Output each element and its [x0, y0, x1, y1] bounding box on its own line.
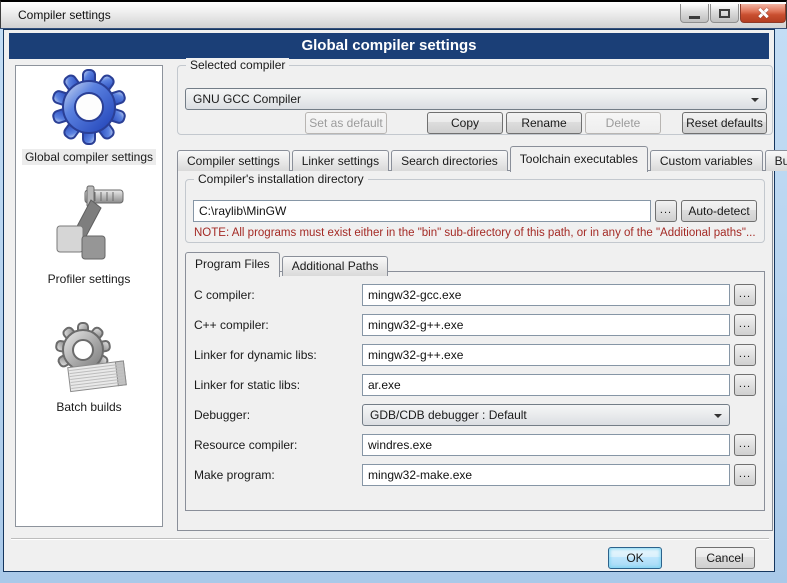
maximize-icon: [719, 9, 730, 18]
dropdown-arrow-icon: [714, 414, 722, 418]
maximize-button[interactable]: [710, 4, 739, 23]
blue-gear-icon: [50, 68, 128, 146]
sidebar-item-label: Profiler settings: [45, 271, 134, 287]
program-files-panel: C compiler: ... C++ compiler: ... Linker…: [185, 271, 765, 511]
c-compiler-input[interactable]: [362, 284, 730, 306]
field-row-cpp-compiler: C++ compiler: ...: [194, 314, 756, 336]
browse-static-linker-button[interactable]: ...: [734, 374, 756, 396]
tab-program-files[interactable]: Program Files: [185, 252, 280, 277]
close-icon: [757, 7, 769, 19]
debugger-select-value: GDB/CDB debugger : Default: [370, 408, 527, 422]
field-row-dynamic-linker: Linker for dynamic libs: ...: [194, 344, 756, 366]
ok-button[interactable]: OK: [608, 547, 662, 569]
settings-category-list: Global compiler settings Pr: [15, 65, 163, 527]
field-label: C compiler:: [194, 288, 362, 302]
browse-cpp-compiler-button[interactable]: ...: [734, 314, 756, 336]
delete-button[interactable]: Delete: [585, 112, 661, 134]
cpp-compiler-input[interactable]: [362, 314, 730, 336]
sidebar-item-profiler-settings[interactable]: Profiler settings: [16, 184, 162, 287]
minimize-icon: [689, 16, 700, 19]
field-label: C++ compiler:: [194, 318, 362, 332]
selected-compiler-group: Selected compiler GNU GCC Compiler Set a…: [177, 65, 773, 135]
reset-defaults-button[interactable]: Reset defaults: [682, 112, 767, 134]
installation-directory-label: Compiler's installation directory: [194, 172, 368, 186]
tab-build-options[interactable]: Build options: [765, 150, 787, 171]
browse-make-program-button[interactable]: ...: [734, 464, 756, 486]
dialog-body: Global compiler settings: [3, 29, 775, 572]
rename-button[interactable]: Rename: [506, 112, 582, 134]
minimize-button[interactable]: [680, 4, 709, 23]
installation-directory-group: Compiler's installation directory ... Au…: [185, 179, 765, 243]
installation-directory-row: ... Auto-detect: [193, 200, 757, 222]
settings-tab-strip: Compiler settings Linker settings Search…: [177, 145, 787, 171]
selected-compiler-group-label: Selected compiler: [186, 58, 289, 72]
footer-separator: [11, 538, 769, 540]
field-row-static-linker: Linker for static libs: ...: [194, 374, 756, 396]
caliper-icon: [49, 184, 129, 268]
auto-detect-button[interactable]: Auto-detect: [681, 200, 757, 222]
make-program-input[interactable]: [362, 464, 730, 486]
tab-additional-paths[interactable]: Additional Paths: [282, 256, 389, 276]
resource-compiler-input[interactable]: [362, 434, 730, 456]
dynamic-linker-input[interactable]: [362, 344, 730, 366]
tab-custom-variables[interactable]: Custom variables: [650, 150, 763, 171]
compiler-select-value: GNU GCC Compiler: [193, 92, 301, 106]
static-linker-input[interactable]: [362, 374, 730, 396]
installation-directory-input[interactable]: [193, 200, 651, 222]
field-label: Make program:: [194, 468, 362, 482]
tab-search-directories[interactable]: Search directories: [391, 150, 508, 171]
field-label: Linker for static libs:: [194, 378, 362, 392]
program-files-tab-strip: Program Files Additional Paths: [185, 251, 390, 276]
window-title: Compiler settings: [18, 8, 111, 22]
debugger-select[interactable]: GDB/CDB debugger : Default: [362, 404, 730, 426]
gear-stack-icon: [47, 318, 131, 396]
window-controls: [680, 4, 786, 23]
cancel-button[interactable]: Cancel: [695, 547, 755, 569]
field-label: Resource compiler:: [194, 438, 362, 452]
field-label: Debugger:: [194, 408, 362, 422]
field-row-resource-compiler: Resource compiler: ...: [194, 434, 756, 456]
browse-directory-button[interactable]: ...: [655, 200, 677, 222]
field-row-make-program: Make program: ...: [194, 464, 756, 486]
field-row-c-compiler: C compiler: ...: [194, 284, 756, 306]
sidebar-item-batch-builds[interactable]: Batch builds: [16, 318, 162, 415]
page-title: Global compiler settings: [9, 33, 769, 59]
tab-linker-settings[interactable]: Linker settings: [292, 150, 389, 171]
sidebar-item-label: Global compiler settings: [22, 149, 156, 165]
field-row-debugger: Debugger: GDB/CDB debugger : Default: [194, 404, 756, 426]
tab-toolchain-executables[interactable]: Toolchain executables: [510, 146, 648, 172]
dropdown-arrow-icon: [751, 98, 759, 102]
close-button[interactable]: [740, 4, 786, 23]
sidebar-item-global-compiler-settings[interactable]: Global compiler settings: [16, 68, 162, 165]
browse-dynamic-linker-button[interactable]: ...: [734, 344, 756, 366]
set-as-default-button[interactable]: Set as default: [305, 112, 387, 134]
bin-subdirectory-note: NOTE: All programs must exist either in …: [194, 227, 756, 239]
title-bar[interactable]: Compiler settings: [0, 0, 787, 28]
compiler-select[interactable]: GNU GCC Compiler: [185, 88, 767, 110]
tab-compiler-settings[interactable]: Compiler settings: [177, 150, 290, 171]
copy-button[interactable]: Copy: [427, 112, 503, 134]
browse-resource-compiler-button[interactable]: ...: [734, 434, 756, 456]
sidebar-item-label: Batch builds: [53, 399, 124, 415]
browse-c-compiler-button[interactable]: ...: [734, 284, 756, 306]
field-label: Linker for dynamic libs:: [194, 348, 362, 362]
